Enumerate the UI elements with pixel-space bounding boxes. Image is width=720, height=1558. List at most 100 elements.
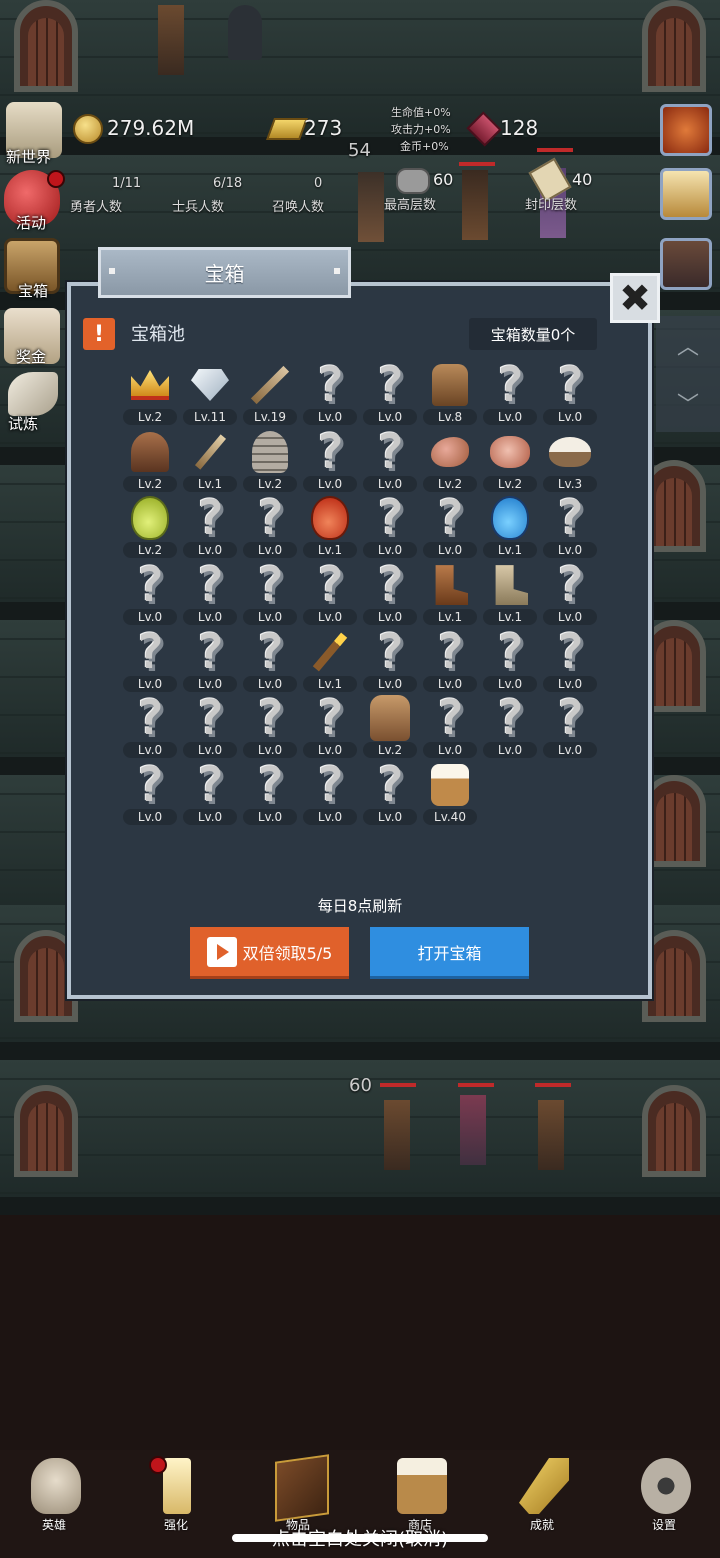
item-slot[interactable]: ? Lv.0 <box>240 627 300 693</box>
item-slot[interactable]: ? Lv.0 <box>540 627 600 693</box>
skeleton-enemy <box>462 170 488 240</box>
unknown-item-icon: ? <box>135 690 165 747</box>
item-slot[interactable]: ? Lv.0 <box>180 560 240 626</box>
hero-unit <box>158 5 184 75</box>
beer-mug-icon <box>397 1458 447 1514</box>
item-slot[interactable]: Lv.1 <box>300 627 360 693</box>
item-slot[interactable]: Lv.2 <box>420 427 480 493</box>
crown-icon <box>128 362 172 408</box>
item-slot[interactable]: ? Lv.0 <box>540 693 600 759</box>
item-level: Lv.0 <box>423 742 477 759</box>
pumpkin-event-button[interactable] <box>660 104 712 156</box>
item-slot[interactable]: ? Lv.0 <box>360 627 420 693</box>
item-slot[interactable]: ? Lv.0 <box>240 493 300 559</box>
video-icon <box>206 936 237 967</box>
item-slot[interactable]: ? Lv.0 <box>180 627 240 693</box>
item-slot[interactable]: ? Lv.0 <box>420 627 480 693</box>
item-slot[interactable]: Lv.3 <box>540 427 600 493</box>
item-slot[interactable]: ? Lv.0 <box>300 560 360 626</box>
unknown-item-icon: ? <box>375 757 405 814</box>
item-level: Lv.0 <box>543 675 597 692</box>
item-slot[interactable]: ? Lv.0 <box>180 493 240 559</box>
item-slot[interactable]: Lv.1 <box>300 493 360 559</box>
item-level: Lv.2 <box>123 409 177 425</box>
item-slot[interactable]: ? Lv.0 <box>300 693 360 759</box>
item-slot[interactable]: ? Lv.0 <box>120 627 180 693</box>
item-slot[interactable]: ? Lv.0 <box>420 693 480 759</box>
candle-event-button[interactable] <box>660 168 712 220</box>
item-slot[interactable]: Lv.1 <box>420 560 480 626</box>
item-slot[interactable]: Lv.1 <box>180 427 240 493</box>
hero-count: 1/11 <box>112 176 142 191</box>
item-slot[interactable]: Lv.2 <box>120 360 180 426</box>
notification-dot <box>149 1456 167 1474</box>
item-slot[interactable]: ? Lv.0 <box>120 693 180 759</box>
item-slot[interactable]: ? Lv.0 <box>480 360 540 426</box>
enemy-hp-bar <box>537 148 573 152</box>
item-slot[interactable]: ? Lv.0 <box>240 560 300 626</box>
item-slot[interactable]: Lv.1 <box>480 560 540 626</box>
item-slot[interactable]: ? Lv.0 <box>300 427 360 493</box>
item-level: Lv.0 <box>363 409 417 425</box>
item-level: Lv.0 <box>363 475 417 492</box>
item-level: Lv.0 <box>123 609 177 626</box>
item-slot[interactable]: Lv.2 <box>120 493 180 559</box>
item-slot[interactable]: ? Lv.0 <box>300 760 360 826</box>
item-slot[interactable]: ? Lv.0 <box>480 627 540 693</box>
item-slot[interactable]: ? Lv.0 <box>360 360 420 426</box>
item-slot[interactable]: ? Lv.0 <box>300 360 360 426</box>
item-slot[interactable]: Lv.40 <box>420 760 480 826</box>
item-level: Lv.0 <box>123 809 177 826</box>
item-slot[interactable]: ? Lv.0 <box>240 760 300 826</box>
item-slot[interactable]: Lv.2 <box>360 693 420 759</box>
unknown-item-icon: ? <box>375 490 405 547</box>
item-slot[interactable]: Lv.19 <box>240 360 300 426</box>
unknown-item-icon: ? <box>135 557 165 614</box>
blue-potion-icon <box>488 495 532 541</box>
item-slot[interactable]: Lv.11 <box>180 360 240 426</box>
item-slot[interactable]: ? Lv.0 <box>540 493 600 559</box>
item-slot[interactable]: ? Lv.0 <box>360 560 420 626</box>
double-claim-button[interactable]: 双倍领取5/5 <box>190 927 349 979</box>
item-slot[interactable]: ? Lv.0 <box>360 427 420 493</box>
item-slot[interactable]: Lv.1 <box>480 493 540 559</box>
home-indicator[interactable] <box>232 1534 488 1542</box>
item-level: Lv.0 <box>123 742 177 759</box>
unknown-item-icon: ? <box>135 623 165 680</box>
item-slot[interactable]: ? Lv.0 <box>180 760 240 826</box>
empty-area[interactable] <box>0 1215 720 1450</box>
item-level: Lv.0 <box>183 809 237 826</box>
item-slot[interactable]: Lv.2 <box>240 427 300 493</box>
item-slot[interactable]: Lv.8 <box>420 360 480 426</box>
diamond-icon <box>188 362 232 408</box>
item-level: Lv.0 <box>183 675 237 692</box>
item-slot[interactable]: ? Lv.0 <box>540 360 600 426</box>
item-slot[interactable]: ? Lv.0 <box>360 760 420 826</box>
item-slot[interactable]: ? Lv.0 <box>360 493 420 559</box>
item-slot[interactable]: ? Lv.0 <box>120 560 180 626</box>
chevron-up-icon[interactable]: ︿ <box>677 329 699 361</box>
item-level: Lv.1 <box>303 675 357 692</box>
item-slot[interactable]: ? Lv.0 <box>240 693 300 759</box>
item-slot[interactable]: Lv.2 <box>120 427 180 493</box>
ham-icon <box>428 429 472 475</box>
item-slot[interactable]: ? Lv.0 <box>180 693 240 759</box>
item-level: Lv.2 <box>243 475 297 492</box>
book-event-button[interactable] <box>660 238 712 290</box>
item-slot[interactable]: ? Lv.0 <box>120 760 180 826</box>
open-chest-button[interactable]: 打开宝箱 <box>370 927 529 979</box>
item-slot[interactable]: ? Lv.0 <box>480 693 540 759</box>
scroll-control[interactable]: ︿ ﹀ <box>656 316 720 432</box>
hero-count-label: 勇者人数 <box>70 200 123 215</box>
torch-icon <box>308 629 352 675</box>
close-button[interactable]: ✖ <box>610 273 660 323</box>
chevron-down-icon[interactable]: ﹀ <box>677 387 699 419</box>
ghost-enemy <box>228 5 262 60</box>
item-slot[interactable]: Lv.2 <box>480 427 540 493</box>
item-slot[interactable]: ? Lv.0 <box>540 560 600 626</box>
unknown-item-icon: ? <box>315 690 345 747</box>
item-slot[interactable]: ? Lv.0 <box>420 493 480 559</box>
item-level: Lv.0 <box>543 409 597 425</box>
item-level: Lv.0 <box>303 475 357 492</box>
item-level: Lv.0 <box>483 409 537 425</box>
